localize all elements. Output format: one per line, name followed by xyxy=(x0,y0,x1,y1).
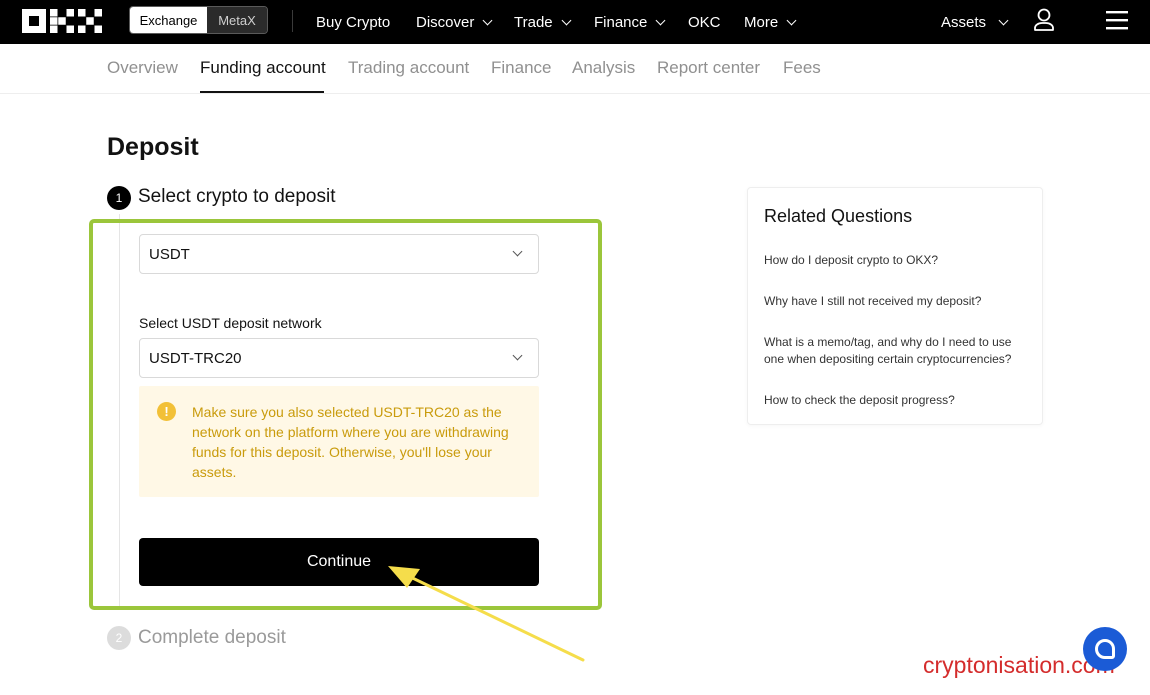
related-question-link[interactable]: How do I deposit crypto to OKX? xyxy=(764,252,1032,269)
annotation-arrow-icon xyxy=(388,566,585,662)
related-questions-panel: Related Questions How do I deposit crypt… xyxy=(747,187,1043,425)
step-connector-line xyxy=(119,214,120,608)
crypto-select-value: USDT xyxy=(149,245,190,263)
chevron-down-icon xyxy=(512,350,523,361)
exchange-toggle[interactable]: Exchange xyxy=(130,7,207,33)
user-icon[interactable] xyxy=(1033,8,1055,32)
chevron-down-icon xyxy=(786,15,797,25)
menu-icon[interactable] xyxy=(1106,10,1128,30)
tab-funding-account[interactable]: Funding account xyxy=(200,58,326,78)
chat-icon xyxy=(1095,639,1115,659)
chevron-down-icon xyxy=(561,15,572,25)
network-select[interactable]: USDT-TRC20 xyxy=(139,338,539,378)
step-2-badge: 2 xyxy=(107,626,131,650)
nav-more-label: More xyxy=(744,13,779,31)
tab-trading-account[interactable]: Trading account xyxy=(348,58,469,78)
active-tab-indicator xyxy=(200,91,324,93)
related-question-link[interactable]: Why have I still not received my deposit… xyxy=(764,293,1032,310)
warning-text: Make sure you also selected USDT-TRC20 a… xyxy=(192,404,509,480)
page-title: Deposit xyxy=(107,133,199,161)
chevron-down-icon xyxy=(512,246,523,257)
network-warning: ! Make sure you also selected USDT-TRC20… xyxy=(139,386,539,497)
nav-trade[interactable]: Trade xyxy=(514,0,572,44)
step-1-title: Select crypto to deposit xyxy=(138,186,336,207)
warning-icon: ! xyxy=(157,402,176,421)
step-1-badge: 1 xyxy=(107,186,131,210)
related-question-link[interactable]: How to check the deposit progress? xyxy=(764,392,1032,409)
related-question-link[interactable]: What is a memo/tag, and why do I need to… xyxy=(764,334,1032,368)
network-select-value: USDT-TRC20 xyxy=(149,349,242,367)
chevron-down-icon xyxy=(482,15,493,25)
tab-overview[interactable]: Overview xyxy=(107,58,178,78)
top-navigation-bar: Exchange MetaX Buy Crypto Discover Trade… xyxy=(0,0,1150,44)
nav-finance-label: Finance xyxy=(594,13,648,31)
network-label: Select USDT deposit network xyxy=(139,315,322,331)
nav-discover[interactable]: Discover xyxy=(416,0,493,44)
nav-buy-crypto[interactable]: Buy Crypto xyxy=(316,0,390,44)
crypto-select[interactable]: USDT xyxy=(139,234,539,274)
nav-trade-label: Trade xyxy=(514,13,553,31)
nav-discover-label: Discover xyxy=(416,13,475,31)
related-questions-title: Related Questions xyxy=(764,206,913,226)
tab-finance[interactable]: Finance xyxy=(491,58,551,78)
tab-fees[interactable]: Fees xyxy=(783,58,821,78)
tab-analysis[interactable]: Analysis xyxy=(572,58,635,78)
chevron-down-icon xyxy=(655,15,666,25)
nav-buy-crypto-label: Buy Crypto xyxy=(316,13,391,31)
chat-support-button[interactable] xyxy=(1083,627,1127,671)
account-subnav: Overview Funding account Trading account… xyxy=(0,44,1150,94)
metax-toggle[interactable]: MetaX xyxy=(207,7,267,33)
okx-logo[interactable] xyxy=(22,9,102,33)
chevron-down-icon xyxy=(998,15,1009,25)
step-2-title: Complete deposit xyxy=(138,627,286,648)
nav-finance[interactable]: Finance xyxy=(594,0,666,44)
nav-assets[interactable]: Assets xyxy=(941,0,1009,44)
nav-okc-label: OKC xyxy=(688,13,721,31)
nav-assets-label: Assets xyxy=(941,13,987,31)
nav-divider xyxy=(292,10,293,32)
nav-okc[interactable]: OKC xyxy=(688,0,721,44)
exchange-metax-switch: Exchange MetaX xyxy=(129,6,268,34)
tab-report-center[interactable]: Report center xyxy=(657,58,760,78)
nav-more[interactable]: More xyxy=(744,0,797,44)
